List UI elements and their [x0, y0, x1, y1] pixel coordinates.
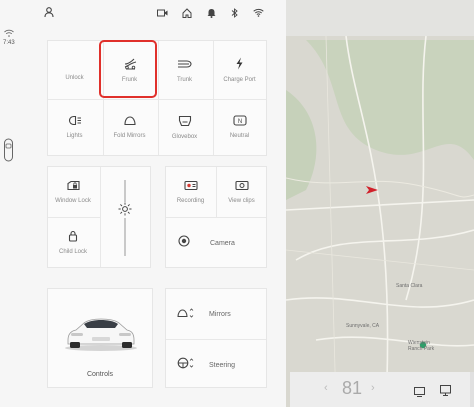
clock-time: 7:43	[3, 40, 15, 46]
frunk-highlight-box	[99, 40, 157, 98]
car-image	[62, 312, 140, 357]
recording-icon	[183, 180, 198, 194]
view-clips-icon	[234, 180, 249, 194]
temperature-down-icon[interactable]: ‹	[324, 382, 328, 394]
navigation-map[interactable]: Santa Clara Sunnyvale, CA Wienstein Ranc…	[286, 0, 474, 407]
bluetooth-icon[interactable]	[231, 8, 238, 21]
brightness-icon	[118, 202, 132, 221]
lights-button[interactable]: Lights	[47, 99, 102, 155]
unlock-button[interactable]: Unlock	[47, 42, 102, 98]
bottom-bar: ‹ 81 ›	[290, 372, 474, 407]
charge-port-icon	[235, 57, 244, 73]
fold-mirrors-button[interactable]: Fold Mirrors	[102, 99, 157, 155]
window-lock-button[interactable]: Window Lock	[47, 168, 99, 216]
bell-icon[interactable]	[207, 8, 216, 21]
neutral-icon: N	[232, 115, 247, 129]
brightness-slider[interactable]	[118, 180, 132, 256]
controls-panel: 7:43 Unlock Frunk Trunk Charge Port Ligh…	[0, 0, 286, 407]
profile-icon[interactable]	[44, 7, 54, 21]
svg-text:N: N	[237, 119, 241, 125]
car-silhouette-icon[interactable]	[3, 138, 14, 167]
controls-label: Controls	[86, 371, 114, 378]
neutral-button[interactable]: N Neutral	[212, 99, 267, 155]
recording-button[interactable]: Recording	[165, 168, 216, 216]
dashcam-icon[interactable]	[157, 9, 168, 20]
mirror-adjust-icon	[177, 305, 194, 323]
child-lock-button[interactable]: Child Lock	[47, 218, 99, 266]
map-label: Wienstein Ranch Park	[408, 340, 435, 352]
camera-button[interactable]: Camera	[178, 232, 263, 254]
charge-port-button[interactable]: Charge Port	[212, 42, 267, 98]
view-clips-button[interactable]: View clips	[216, 168, 267, 216]
cabin-temperature: 81	[342, 378, 363, 398]
temperature-up-icon[interactable]: ›	[371, 382, 375, 394]
map-label: Santa Clara	[396, 283, 423, 289]
glovebox-icon	[178, 115, 192, 130]
glovebox-button[interactable]: Glovebox	[157, 99, 212, 155]
trunk-button[interactable]: Trunk	[157, 42, 212, 98]
wifi-icon[interactable]	[253, 8, 264, 20]
map-label: Sunnyvale, CA	[346, 323, 380, 329]
app-launcher-icon[interactable]	[440, 383, 451, 401]
steering-button[interactable]: Steering	[177, 354, 265, 376]
home-icon[interactable]	[182, 8, 192, 21]
window-lock-icon	[66, 180, 80, 194]
child-lock-icon	[68, 230, 78, 245]
trunk-icon	[177, 58, 193, 73]
lights-icon	[68, 115, 82, 129]
steering-wheel-icon	[177, 356, 194, 374]
media-icon[interactable]	[414, 384, 425, 402]
mirrors-button[interactable]: Mirrors	[177, 303, 265, 325]
camera-icon	[178, 234, 190, 252]
fold-mirrors-icon	[123, 115, 137, 129]
